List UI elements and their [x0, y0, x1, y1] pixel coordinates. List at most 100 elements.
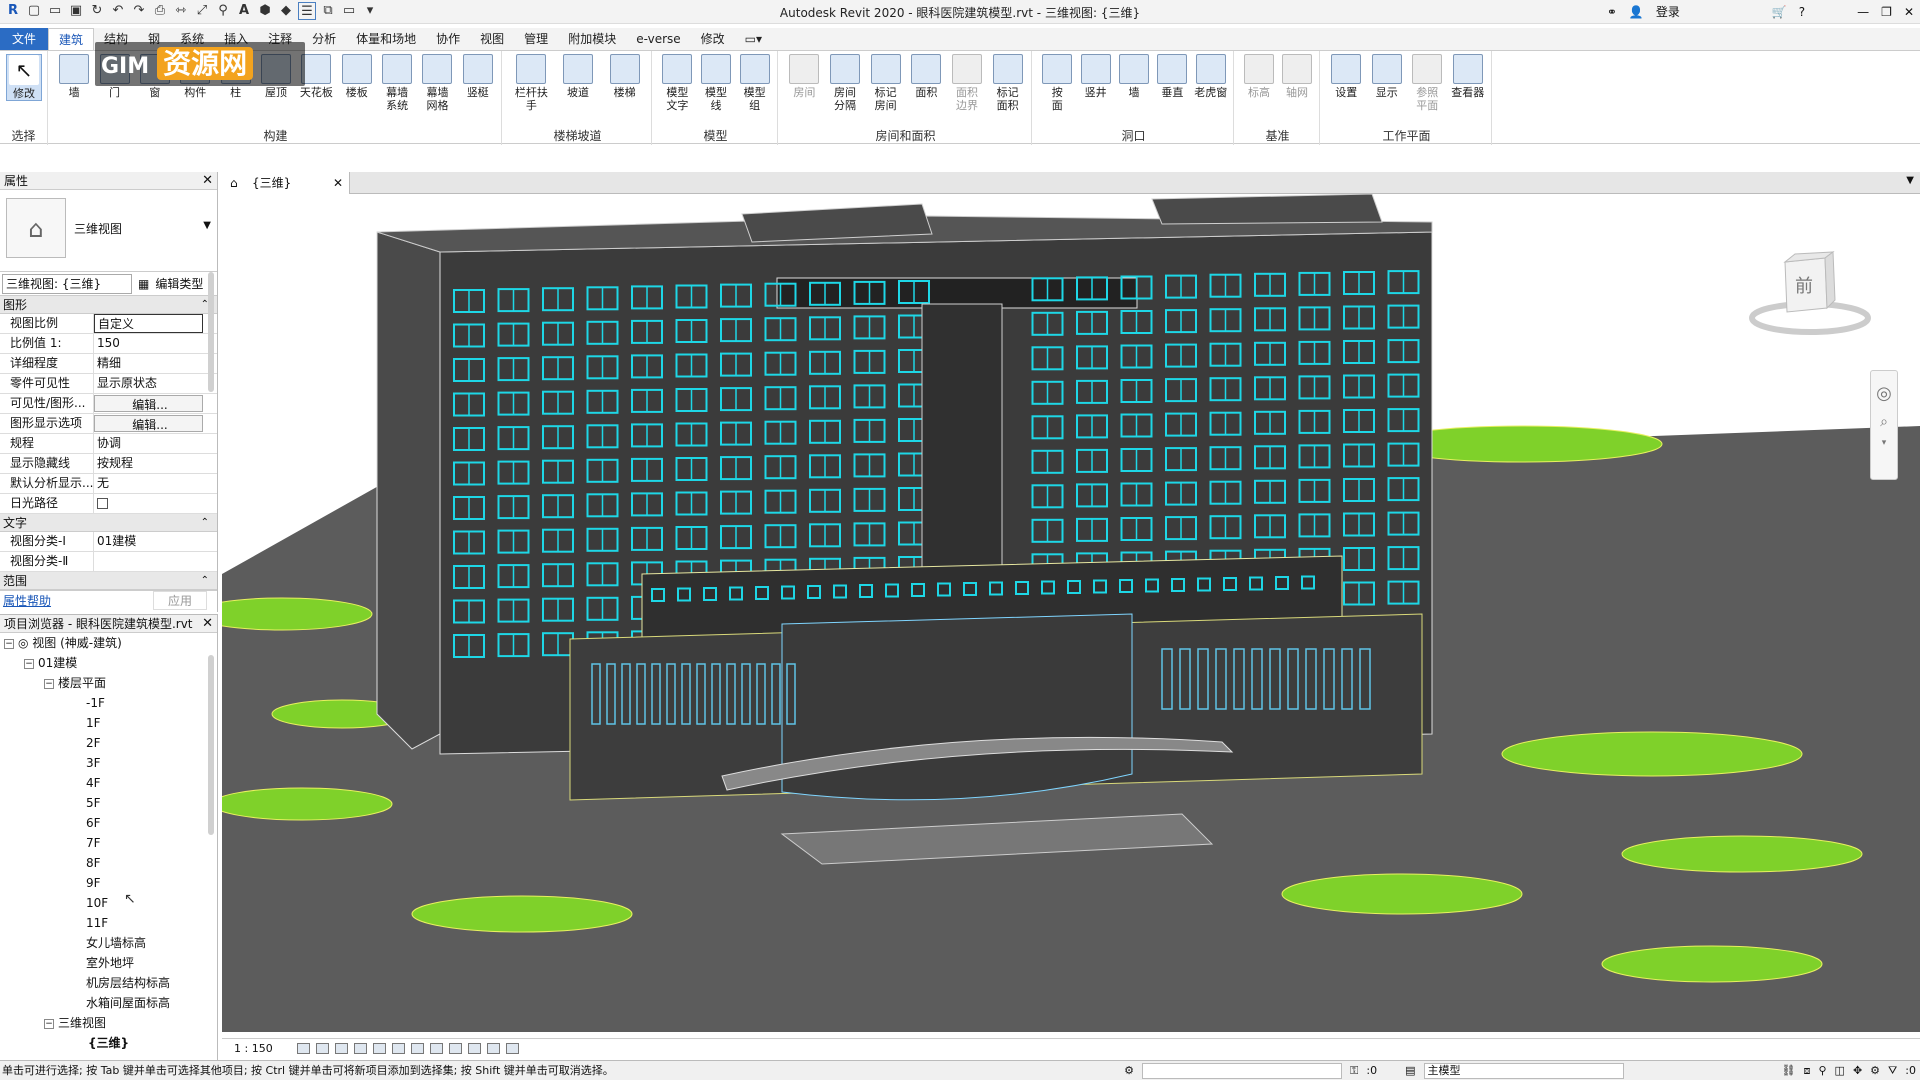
- temp-hide-icon[interactable]: [448, 1043, 462, 1054]
- level-item[interactable]: 5F: [0, 793, 217, 813]
- tab-10[interactable]: 视图: [470, 28, 514, 50]
- workplane-button-2[interactable]: 参照 平面: [1409, 54, 1445, 112]
- sun-path-checkbox[interactable]: [94, 494, 203, 513]
- tab-13[interactable]: e-verse: [626, 28, 690, 50]
- room-button-1[interactable]: 房间 分隔: [827, 54, 863, 112]
- tree-group[interactable]: −01建模: [0, 653, 217, 673]
- tab-1[interactable]: 建筑: [48, 28, 95, 50]
- tab-9[interactable]: 协作: [426, 28, 470, 50]
- select-by-face-icon[interactable]: ◫: [1835, 1061, 1845, 1080]
- edit-type-button[interactable]: 编辑类型: [155, 275, 203, 292]
- level-item[interactable]: 9F: [0, 873, 217, 893]
- close-icon[interactable]: ✕: [202, 172, 213, 190]
- render-icon[interactable]: [372, 1043, 386, 1054]
- design-options-icon[interactable]: ▤: [1405, 1061, 1415, 1080]
- edit-type-icon[interactable]: ▦: [138, 277, 149, 291]
- visual-style-icon[interactable]: [315, 1043, 329, 1054]
- section-extents[interactable]: 范围 ⌃: [0, 572, 217, 590]
- close-icon[interactable]: ✕: [333, 172, 343, 194]
- tab-12[interactable]: 附加模块: [558, 28, 626, 50]
- detail-level-icon[interactable]: [296, 1043, 310, 1054]
- property-value[interactable]: 无: [94, 474, 203, 493]
- section-graphics[interactable]: 图形 ⌃: [0, 296, 217, 314]
- property-value[interactable]: 150: [94, 334, 203, 353]
- property-value[interactable]: 自定义: [94, 314, 203, 333]
- collapse-icon[interactable]: ⌃: [201, 572, 209, 590]
- type-selector[interactable]: ⌂ 三维视图 ▼: [0, 190, 217, 272]
- level-item[interactable]: 室外地坪: [0, 953, 217, 973]
- level-item[interactable]: 10F: [0, 893, 217, 913]
- viewcube[interactable]: 前: [1745, 250, 1875, 340]
- highlight-displacement-icon[interactable]: [505, 1043, 519, 1054]
- tab-0[interactable]: 文件: [0, 28, 49, 50]
- modify-button[interactable]: ↖ 修改: [6, 54, 42, 101]
- level-item[interactable]: 7F: [0, 833, 217, 853]
- property-value[interactable]: 协调: [94, 434, 203, 453]
- stairs-button-1[interactable]: 坡道: [560, 54, 596, 99]
- tree-root[interactable]: − ◎ 视图 (神威-建筑): [0, 633, 217, 653]
- opening-button-3[interactable]: 垂直: [1154, 54, 1190, 99]
- model-button-2[interactable]: 模型 组: [737, 54, 773, 112]
- level-item[interactable]: 6F: [0, 813, 217, 833]
- minimize-icon[interactable]: —: [1857, 5, 1869, 19]
- datum-button-0[interactable]: 标高: [1241, 54, 1277, 99]
- close-icon[interactable]: ✕: [202, 615, 213, 633]
- workplane-button-1[interactable]: 显示: [1369, 54, 1405, 99]
- property-value[interactable]: 01建模: [94, 532, 203, 551]
- shadows-icon[interactable]: [353, 1043, 367, 1054]
- select-links-icon[interactable]: ⛓: [1782, 1061, 1796, 1080]
- room-button-0[interactable]: 房间: [786, 54, 822, 99]
- workplane-button-3[interactable]: 查看器: [1450, 54, 1486, 99]
- build-button-8[interactable]: 幕墙 系统: [379, 54, 415, 112]
- build-button-7[interactable]: 楼板: [339, 54, 375, 99]
- build-button-10[interactable]: 竖梃: [460, 54, 496, 99]
- collapse-icon[interactable]: −: [44, 1018, 54, 1029]
- workset-dropdown[interactable]: [1142, 1063, 1342, 1079]
- apply-button[interactable]: 应用: [152, 591, 207, 610]
- select-group-title[interactable]: 选择: [0, 127, 47, 144]
- tab-7[interactable]: 分析: [302, 28, 346, 50]
- login-link[interactable]: 登录: [1656, 3, 1680, 20]
- level-item[interactable]: 3F: [0, 753, 217, 773]
- chevron-down-icon[interactable]: ▼: [203, 220, 211, 231]
- instance-selector[interactable]: 三维视图: {三维}: [2, 273, 132, 294]
- opening-button-1[interactable]: 竖井: [1078, 54, 1114, 99]
- tree-3d-views[interactable]: − 三维视图: [0, 1013, 217, 1033]
- level-item[interactable]: 8F: [0, 853, 217, 873]
- level-item[interactable]: 1F: [0, 713, 217, 733]
- build-button-9[interactable]: 幕墙 网格: [419, 54, 455, 112]
- collapse-icon[interactable]: −: [24, 658, 34, 669]
- property-value[interactable]: 编辑...: [94, 415, 203, 432]
- crop-view-icon[interactable]: [391, 1043, 405, 1054]
- stairs-button-2[interactable]: 楼梯: [607, 54, 643, 99]
- opening-button-0[interactable]: 按 面: [1039, 54, 1075, 112]
- model-button-1[interactable]: 模型 线: [698, 54, 734, 112]
- collapse-icon[interactable]: −: [44, 678, 54, 689]
- tab-menu-icon[interactable]: ▼: [1906, 175, 1914, 186]
- tab-11[interactable]: 管理: [514, 28, 558, 50]
- tree-3d-view-item[interactable]: {三维}: [0, 1033, 217, 1053]
- select-underlay-icon[interactable]: ⧈: [1803, 1061, 1810, 1080]
- editable-only-icon[interactable]: ⚿: [1350, 1061, 1358, 1080]
- property-value[interactable]: 精细: [94, 354, 203, 373]
- room-button-5[interactable]: 标记 面积: [990, 54, 1026, 112]
- stairs-button-0[interactable]: 栏杆扶手: [513, 54, 549, 112]
- room-button-3[interactable]: 面积: [908, 54, 944, 99]
- level-item[interactable]: -1F: [0, 693, 217, 713]
- main-model-dropdown[interactable]: 主模型: [1423, 1063, 1624, 1079]
- browser-scrollbar[interactable]: [208, 655, 214, 835]
- ribbon-state-icon[interactable]: ▭▾: [735, 28, 772, 50]
- tree-floor-plans[interactable]: − 楼层平面: [0, 673, 217, 693]
- restore-icon[interactable]: ❐: [1881, 5, 1892, 19]
- help-icon[interactable]: ?: [1799, 5, 1805, 19]
- cart-icon[interactable]: 🛒: [1772, 5, 1787, 19]
- properties-help-link[interactable]: 属性帮助: [3, 592, 51, 609]
- property-value[interactable]: 显示原状态: [94, 374, 203, 393]
- viewcube-face-label[interactable]: 前: [1795, 272, 1813, 298]
- view-tab[interactable]: ⌂ {三维} ✕: [222, 172, 350, 194]
- property-value[interactable]: 编辑...: [94, 395, 203, 412]
- room-button-4[interactable]: 面积 边界: [949, 54, 985, 112]
- binoculars-icon[interactable]: ⚭: [1607, 5, 1617, 19]
- steering-wheel-icon[interactable]: ◎: [1871, 383, 1897, 404]
- properties-scrollbar[interactable]: [208, 272, 214, 392]
